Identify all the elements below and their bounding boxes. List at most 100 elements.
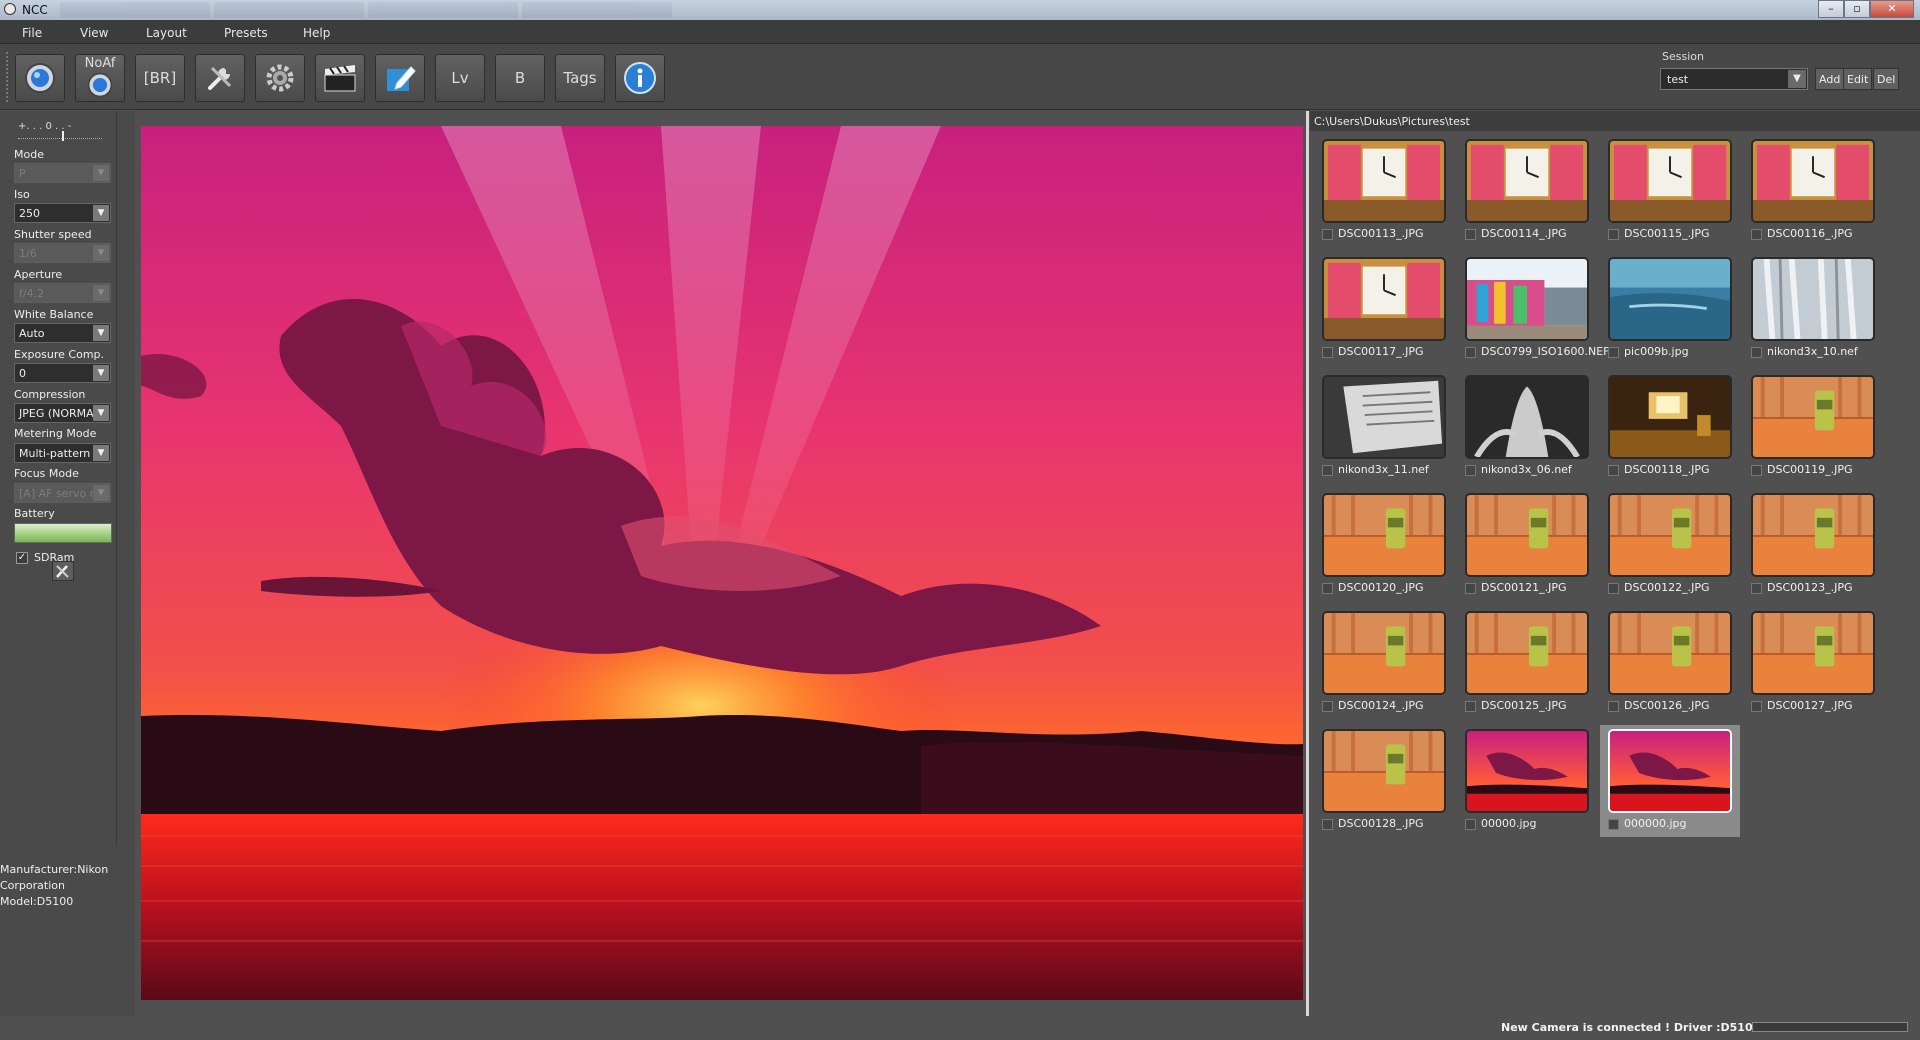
chevron-down-icon[interactable]: ▼ — [93, 205, 109, 221]
thumbnail-image[interactable] — [1322, 257, 1446, 341]
thumbnail-image[interactable] — [1322, 139, 1446, 223]
thumbnail-image[interactable] — [1608, 611, 1732, 695]
settings-button[interactable] — [255, 54, 305, 102]
camera-settings-tool-button[interactable] — [52, 561, 74, 581]
panel-splitter[interactable] — [1306, 111, 1309, 1016]
thumbnail-checkbox[interactable] — [1322, 229, 1333, 240]
thumbnail-image[interactable] — [1608, 139, 1732, 223]
thumbnail-checkbox[interactable] — [1322, 819, 1333, 830]
thumbnail-checkbox[interactable] — [1465, 347, 1476, 358]
thumbnail-image[interactable] — [1465, 139, 1589, 223]
thumbnail-item[interactable]: pic009b.jpg — [1600, 253, 1740, 365]
thumbnail-image[interactable] — [1465, 493, 1589, 577]
thumbnail-checkbox[interactable] — [1608, 819, 1619, 830]
thumbnail-image[interactable] — [1751, 139, 1875, 223]
thumbnail-checkbox[interactable] — [1751, 465, 1762, 476]
chevron-down-icon[interactable]: ▼ — [93, 325, 109, 341]
thumbnail-checkbox[interactable] — [1465, 701, 1476, 712]
thumbnail-image[interactable] — [1465, 611, 1589, 695]
menu-layout[interactable]: Layout — [146, 26, 187, 40]
thumbnail-checkbox[interactable] — [1465, 583, 1476, 594]
session-delete-button[interactable]: Del — [1873, 68, 1900, 90]
bulb-button[interactable]: B — [495, 54, 545, 102]
thumbnail-image[interactable] — [1322, 611, 1446, 695]
chevron-down-icon[interactable]: ▼ — [93, 365, 109, 381]
thumbnail-item[interactable]: DSC0799_ISO1600.NEF — [1457, 253, 1610, 365]
tools-button[interactable] — [195, 54, 245, 102]
edit-button[interactable] — [375, 54, 425, 102]
thumbnail-image[interactable] — [1608, 493, 1732, 577]
thumbnail-checkbox[interactable] — [1608, 347, 1619, 358]
thumbnail-item[interactable]: DSC00120_.JPG — [1314, 489, 1454, 601]
toolbar-grip[interactable] — [6, 52, 9, 102]
thumbnail-item[interactable]: 000000.jpg — [1600, 725, 1740, 837]
capture-no-af-button[interactable]: NoAf — [75, 54, 125, 102]
iso-select[interactable]: 250 ▼ — [14, 203, 111, 223]
close-button[interactable]: ✕ — [1870, 0, 1914, 18]
thumbnail-image[interactable] — [1608, 729, 1732, 813]
thumbnail-image[interactable] — [1751, 611, 1875, 695]
thumbnail-checkbox[interactable] — [1465, 229, 1476, 240]
thumbnail-item[interactable]: DSC00116_.JPG — [1743, 135, 1883, 247]
thumbnail-image[interactable] — [1322, 375, 1446, 459]
thumbnail-item[interactable]: DSC00118_.JPG — [1600, 371, 1740, 483]
thumbnail-checkbox[interactable] — [1751, 347, 1762, 358]
metering-select[interactable]: Multi-pattern ▼ — [14, 443, 111, 463]
exposure-comp-select[interactable]: 0 ▼ — [14, 363, 111, 383]
thumbnail-item[interactable]: DSC00121_.JPG — [1457, 489, 1597, 601]
thumbnail-item[interactable]: DSC00119_.JPG — [1743, 371, 1883, 483]
session-add-button[interactable]: Add — [1815, 68, 1845, 90]
thumbnail-image[interactable] — [1608, 257, 1732, 341]
thumbnail-checkbox[interactable] — [1322, 465, 1333, 476]
capture-button[interactable] — [15, 54, 65, 102]
maximize-button[interactable]: ▫ — [1844, 0, 1870, 18]
thumbnail-item[interactable]: DSC00127_.JPG — [1743, 607, 1883, 719]
thumbnail-checkbox[interactable] — [1608, 229, 1619, 240]
chevron-down-icon[interactable]: ▼ — [93, 405, 109, 421]
thumbnail-checkbox[interactable] — [1465, 465, 1476, 476]
chevron-down-icon[interactable]: ▼ — [93, 445, 109, 461]
thumbnail-item[interactable]: nikond3x_06.nef — [1457, 371, 1597, 483]
session-edit-button[interactable]: Edit — [1843, 68, 1873, 90]
movie-button[interactable] — [315, 54, 365, 102]
bracketing-button[interactable]: [BR] — [135, 54, 185, 102]
thumbnail-image[interactable] — [1608, 375, 1732, 459]
thumbnail-item[interactable]: nikond3x_10.nef — [1743, 253, 1883, 365]
thumbnail-image[interactable] — [1751, 493, 1875, 577]
menu-file[interactable]: File — [22, 26, 42, 40]
minimize-button[interactable]: – — [1818, 0, 1844, 18]
thumbnail-checkbox[interactable] — [1608, 465, 1619, 476]
thumbnail-image[interactable] — [1465, 375, 1589, 459]
chevron-down-icon[interactable]: ▼ — [1788, 70, 1806, 88]
thumbnail-image[interactable] — [1322, 729, 1446, 813]
thumbnail-item[interactable]: 00000.jpg — [1457, 725, 1597, 837]
thumbnail-item[interactable]: DSC00126_.JPG — [1600, 607, 1740, 719]
white-balance-select[interactable]: Auto ▼ — [14, 323, 111, 343]
thumbnail-image[interactable] — [1751, 375, 1875, 459]
liveview-button[interactable]: Lv — [435, 54, 485, 102]
info-button[interactable] — [615, 54, 665, 102]
thumbnail-item[interactable]: DSC00113_.JPG — [1314, 135, 1454, 247]
thumbnail-checkbox[interactable] — [1751, 583, 1762, 594]
thumbnail-item[interactable]: nikond3x_11.nef — [1314, 371, 1454, 483]
image-preview[interactable] — [141, 126, 1303, 1000]
thumbnail-item[interactable]: DSC00122_.JPG — [1600, 489, 1740, 601]
thumbnail-image[interactable] — [1751, 257, 1875, 341]
thumbnail-image[interactable] — [1322, 493, 1446, 577]
menu-help[interactable]: Help — [303, 26, 330, 40]
menu-presets[interactable]: Presets — [224, 26, 268, 40]
menu-view[interactable]: View — [80, 26, 108, 40]
tags-button[interactable]: Tags — [555, 54, 605, 102]
thumbnail-checkbox[interactable] — [1608, 583, 1619, 594]
thumbnail-item[interactable]: DSC00125_.JPG — [1457, 607, 1597, 719]
thumbnail-checkbox[interactable] — [1322, 701, 1333, 712]
thumbnail-image[interactable] — [1465, 257, 1589, 341]
sdram-checkbox[interactable]: ✓ — [16, 552, 28, 564]
thumbnail-item[interactable]: DSC00128_.JPG — [1314, 725, 1454, 837]
thumbnail-item[interactable]: DSC00123_.JPG — [1743, 489, 1883, 601]
thumbnail-checkbox[interactable] — [1608, 701, 1619, 712]
thumbnail-item[interactable]: DSC00114_.JPG — [1457, 135, 1597, 247]
thumbnail-item[interactable]: DSC00115_.JPG — [1600, 135, 1740, 247]
session-select[interactable]: test ▼ — [1660, 68, 1808, 90]
compression-select[interactable]: JPEG (NORMAL) ▼ — [14, 403, 111, 423]
